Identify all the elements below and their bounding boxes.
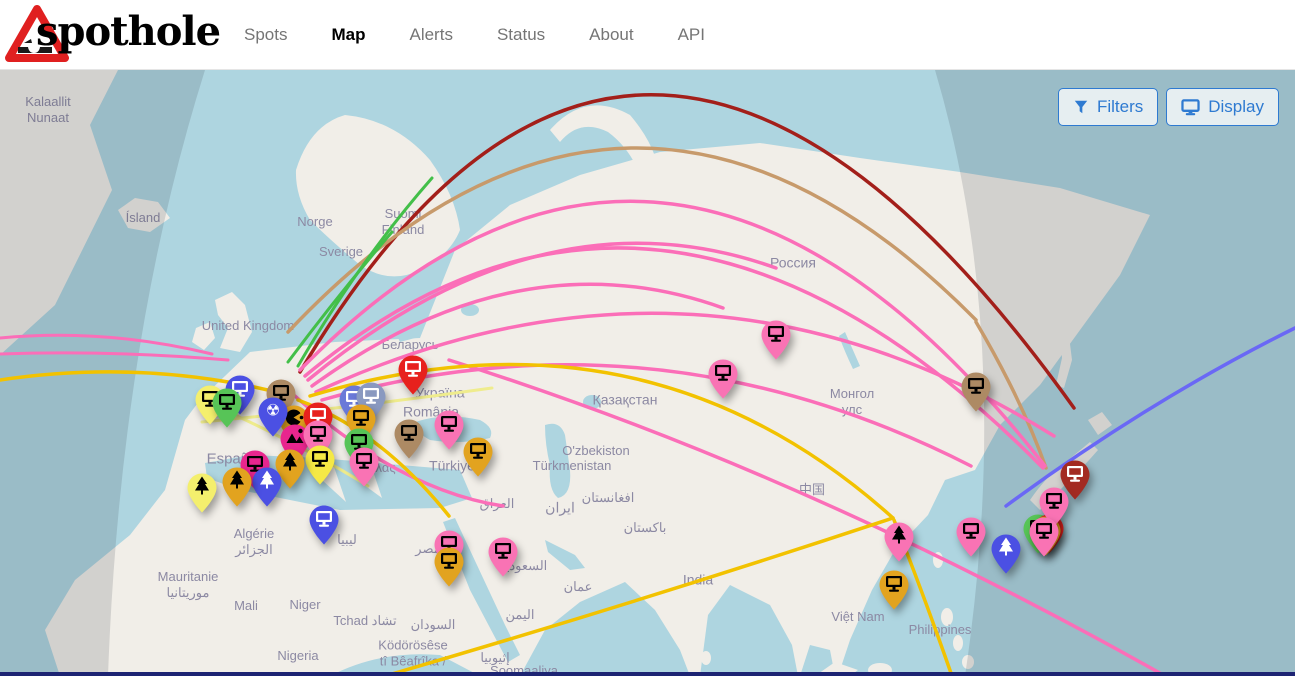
- nav-item-spots[interactable]: Spots: [244, 25, 287, 45]
- map-marker-monitor[interactable]: [398, 355, 428, 395]
- map-marker-monitor[interactable]: [488, 537, 518, 577]
- map-marker-monitor[interactable]: [961, 372, 991, 412]
- map-marker-tree[interactable]: [252, 467, 282, 507]
- map-marker-monitor[interactable]: [708, 359, 738, 399]
- app-header: spothole Spots Map Alerts Status About API: [0, 0, 1295, 70]
- filters-button-label: Filters: [1097, 97, 1143, 117]
- map-marker-monitor[interactable]: [879, 570, 909, 610]
- map-marker-monitor[interactable]: [434, 410, 464, 450]
- display-button-label: Display: [1208, 97, 1264, 117]
- map-marker-monitor[interactable]: [434, 547, 464, 587]
- filters-button[interactable]: Filters: [1058, 88, 1158, 126]
- map-marker-tree[interactable]: [187, 473, 217, 513]
- map-marker-monitor[interactable]: [212, 388, 242, 428]
- map-marker-monitor[interactable]: [309, 505, 339, 545]
- map-marker-monitor[interactable]: [463, 437, 493, 477]
- filter-funnel-icon: [1073, 99, 1089, 115]
- display-monitor-icon: [1181, 99, 1200, 116]
- map-marker-tree[interactable]: [884, 522, 914, 562]
- logo[interactable]: spothole: [0, 0, 230, 70]
- display-button[interactable]: Display: [1166, 88, 1279, 126]
- map-canvas[interactable]: Kalaallit NunaatÍslandNorgeSverigeSuomi …: [0, 70, 1295, 676]
- map-marker-monitor[interactable]: [761, 320, 791, 360]
- map-marker-monitor[interactable]: [305, 445, 335, 485]
- nav-item-status[interactable]: Status: [497, 25, 545, 45]
- map-marker-monitor[interactable]: [1029, 517, 1059, 557]
- map-marker-layer: ☢: [0, 70, 1295, 676]
- map-marker-monitor[interactable]: [349, 447, 379, 487]
- map-toolbar: Filters Display: [1058, 88, 1279, 126]
- map-marker-tree[interactable]: [991, 534, 1021, 574]
- nav-item-about[interactable]: About: [589, 25, 633, 45]
- nav-item-alerts[interactable]: Alerts: [409, 25, 452, 45]
- nav-item-api[interactable]: API: [678, 25, 705, 45]
- svg-text:☢: ☢: [266, 401, 280, 420]
- map-marker-monitor[interactable]: [394, 419, 424, 459]
- app-title: spothole: [36, 8, 220, 55]
- nav-item-map[interactable]: Map: [331, 25, 365, 45]
- main-nav: Spots Map Alerts Status About API: [244, 25, 705, 45]
- map-marker-tree[interactable]: [222, 467, 252, 507]
- footer-strip: [0, 672, 1295, 676]
- map-marker-monitor[interactable]: [956, 517, 986, 557]
